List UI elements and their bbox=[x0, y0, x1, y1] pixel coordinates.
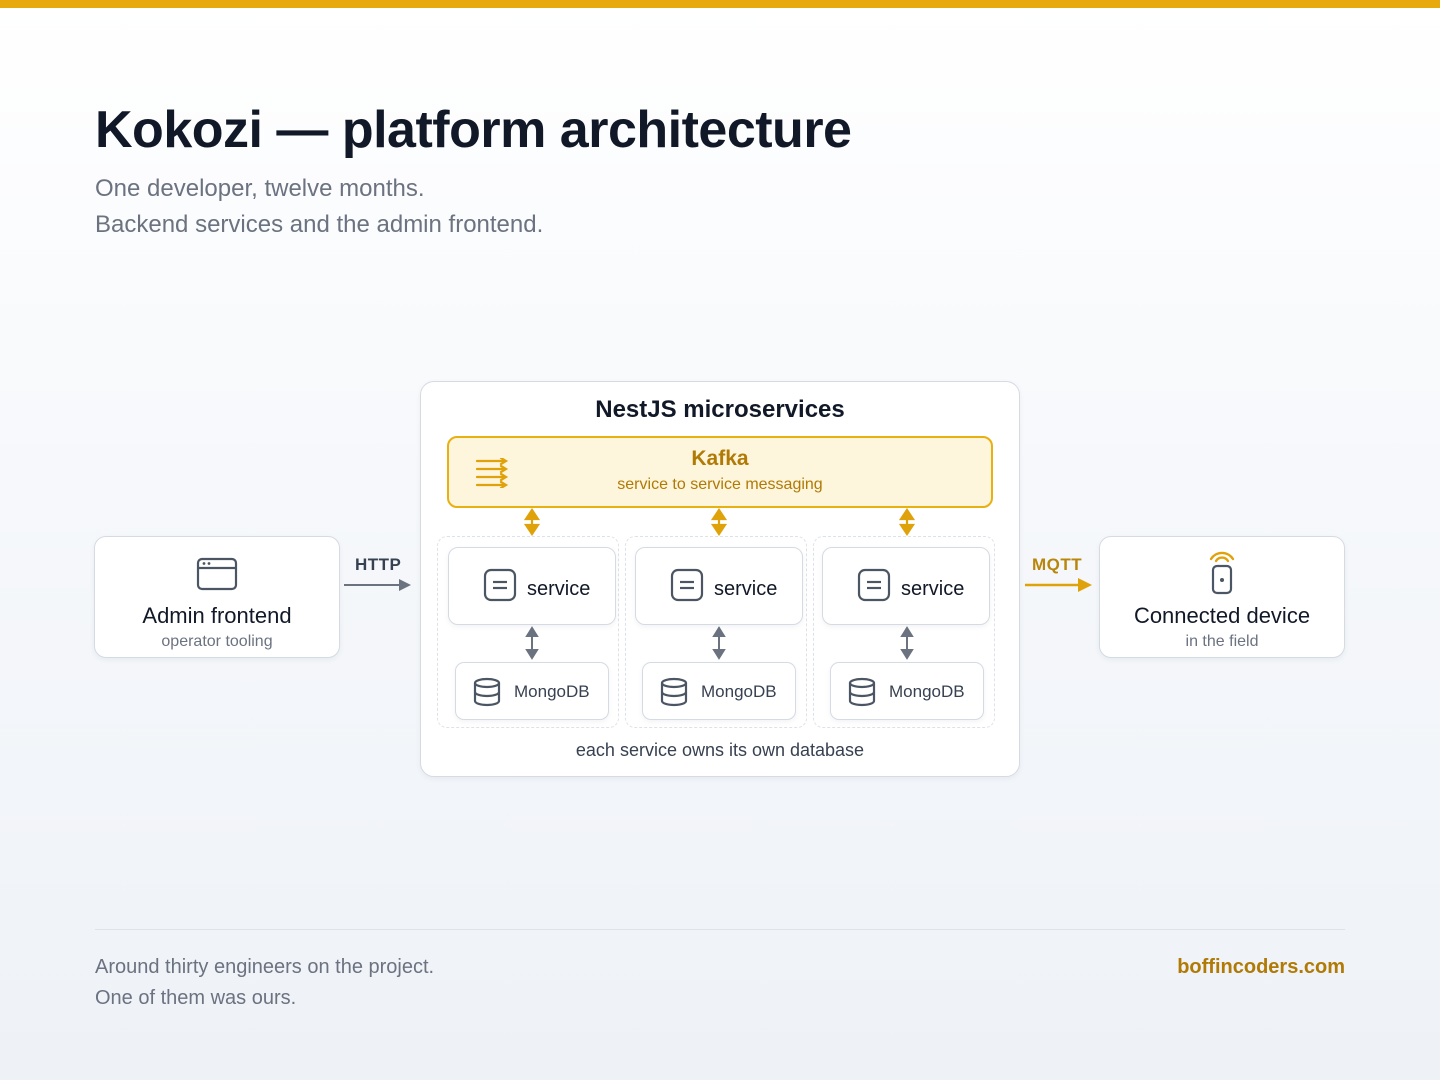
database-icon bbox=[473, 677, 501, 707]
subtitle-line-2: Backend services and the admin frontend. bbox=[95, 211, 544, 238]
database-icon bbox=[848, 677, 876, 707]
http-arrow bbox=[344, 579, 411, 591]
connected-device-subtitle: in the field bbox=[1185, 633, 1259, 650]
footer-note-line-2: One of them was ours. bbox=[95, 987, 297, 1009]
mongodb-box-1: MongoDB bbox=[455, 662, 609, 720]
connected-device-title: Connected device bbox=[1133, 603, 1311, 628]
service-doc-icon bbox=[670, 568, 704, 602]
http-label: HTTP bbox=[355, 555, 402, 574]
footer-divider bbox=[95, 929, 1345, 930]
mqtt-label: MQTT bbox=[1032, 555, 1083, 574]
mqtt-arrow bbox=[1025, 578, 1092, 592]
admin-frontend-subtitle: operator tooling bbox=[161, 633, 273, 650]
mongodb-label: MongoDB bbox=[889, 682, 965, 701]
mongodb-box-3: MongoDB bbox=[830, 662, 984, 720]
admin-frontend-title: Admin frontend bbox=[142, 603, 292, 628]
connected-device-card: Connected device in the field bbox=[1099, 536, 1345, 658]
service-db-arrows bbox=[525, 626, 914, 660]
service-label: service bbox=[714, 578, 778, 600]
brand-link[interactable]: boffincoders.com bbox=[1177, 956, 1345, 979]
service-doc-icon bbox=[483, 568, 517, 602]
kafka-service-arrows bbox=[523, 508, 916, 536]
microservices-footer-note: each service owns its own database bbox=[575, 740, 865, 760]
admin-frontend-card: Admin frontend operator tooling bbox=[94, 536, 340, 658]
database-icon bbox=[660, 677, 688, 707]
service-label: service bbox=[901, 578, 965, 600]
service-box-3: service bbox=[822, 547, 990, 625]
footer-note-line-1: Around thirty engineers on the project. bbox=[95, 956, 435, 978]
mongodb-label: MongoDB bbox=[514, 682, 590, 701]
wireless-device-icon bbox=[1209, 551, 1235, 595]
service-label: service bbox=[527, 578, 591, 600]
top-accent-bar bbox=[0, 0, 1440, 8]
nestjs-microservices-box: NestJS microservices Kafka service to se… bbox=[420, 381, 1020, 777]
service-box-1: service bbox=[448, 547, 616, 625]
page-title: Kokozi — platform architecture bbox=[95, 101, 852, 159]
mongodb-box-2: MongoDB bbox=[642, 662, 796, 720]
subtitle-line-1: One developer, twelve months. bbox=[95, 175, 425, 202]
browser-window-icon bbox=[196, 557, 238, 591]
service-doc-icon bbox=[857, 568, 891, 602]
service-box-2: service bbox=[635, 547, 803, 625]
mongodb-label: MongoDB bbox=[701, 682, 777, 701]
